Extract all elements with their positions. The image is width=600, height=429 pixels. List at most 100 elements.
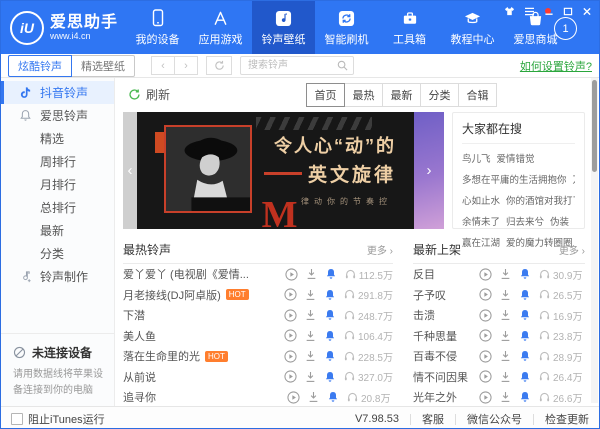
ringtone-name[interactable]: 落在生命里的光 HOT [123,348,284,364]
ringtone-name[interactable]: 百毒不侵 [413,348,479,364]
play-button[interactable] [479,268,492,281]
search-term[interactable]: 心如止水 [462,196,500,207]
search-term[interactable]: 多想在平庸的生活拥抱你 [462,175,567,186]
tab-home[interactable]: 首页 [306,82,345,107]
minimize-button[interactable] [544,7,554,16]
ringtone-name[interactable]: 美人鱼 [123,328,284,344]
forward-button[interactable]: › [174,56,198,75]
play-button[interactable] [285,268,298,281]
set-ringtone-bell-button[interactable] [519,268,531,280]
download-button[interactable] [500,391,511,403]
sidebar-item-monthly-rank[interactable]: 月排行 [1,173,114,196]
download-button[interactable] [500,268,511,280]
ringtone-name[interactable]: 下潜 [123,307,284,323]
ringtone-name[interactable]: 月老接线(DJ阿卓版) HOT [123,287,284,303]
tab-category[interactable]: 分类 [420,82,459,107]
customer-service-link[interactable]: 客服 [422,411,444,427]
sidebar-item-total-rank[interactable]: 总排行 [1,196,114,219]
check-update-link[interactable]: 检查更新 [545,411,589,427]
nav-toolbox[interactable]: 工具箱 [378,1,441,54]
refresh-button[interactable]: 刷新 [128,86,170,103]
sidebar-item-newest[interactable]: 最新 [1,219,114,242]
play-button[interactable] [284,309,297,322]
download-button[interactable] [308,391,319,403]
search-term[interactable]: 归去来兮 [506,217,544,228]
nav-smart-flash[interactable]: 智能刷机 [315,1,378,54]
more-link[interactable]: 更多 › [367,242,393,257]
download-button[interactable] [500,350,511,362]
block-itunes-checkbox[interactable] [11,413,23,425]
download-button[interactable] [305,350,316,362]
how-to-set-ringtone-link[interactable]: 如何设置铃声? [520,58,592,74]
sidebar-item-ringtone-maker[interactable]: 铃声制作 [1,265,114,288]
download-button[interactable] [306,268,317,280]
maximize-button[interactable] [563,7,573,16]
play-button[interactable] [284,350,297,363]
set-ringtone-bell-button[interactable] [519,350,531,362]
set-ringtone-bell-button[interactable] [519,330,531,342]
search-term[interactable]: 爱情错觉 [497,154,535,165]
tab-hottest[interactable]: 最热 [344,82,383,107]
carousel-prev-arrow[interactable]: ‹ [123,112,137,229]
play-button[interactable] [287,391,300,404]
set-ringtone-bell-button[interactable] [325,268,337,280]
set-ringtone-bell-button[interactable] [324,350,336,362]
carousel-banner[interactable]: ‹ 令人心“动”的 英文旋律 律动你的节奏控 M › [123,112,444,229]
download-button[interactable] [500,309,511,321]
carousel-next-arrow[interactable]: › [414,112,444,229]
theme-skin-icon[interactable] [504,6,515,16]
ringtone-name[interactable]: 情不问因果 [413,369,479,385]
message-count-badge[interactable]: 1 [554,17,577,40]
play-button[interactable] [479,309,492,322]
play-button[interactable] [284,370,297,383]
download-button[interactable] [500,330,511,342]
set-ringtone-bell-button[interactable] [519,391,531,403]
set-ringtone-bell-button[interactable] [324,371,336,383]
set-ringtone-bell-button[interactable] [519,289,531,301]
download-button[interactable] [500,289,511,301]
ringtone-name[interactable]: 爱丫爱丫 (电视剧《爱情... [123,266,285,282]
set-ringtone-bell-button[interactable] [519,371,531,383]
more-link[interactable]: 更多 › [559,242,585,257]
scrollbar-thumb[interactable] [592,80,597,172]
download-button[interactable] [500,371,511,383]
set-ringtone-bell-button[interactable] [327,391,339,403]
close-button[interactable] [582,7,592,16]
search-term[interactable]: 万爱千恩 [573,175,575,186]
play-button[interactable] [479,288,492,301]
ringtone-name[interactable]: 追寻你 [123,389,287,405]
download-button[interactable] [305,330,316,342]
play-button[interactable] [284,288,297,301]
tab-newest[interactable]: 最新 [382,82,421,107]
download-button[interactable] [305,309,316,321]
nav-ringtone-wallpaper[interactable]: 铃声壁纸 [252,1,316,54]
set-ringtone-bell-button[interactable] [324,289,336,301]
ringtone-name[interactable]: 千种思量 [413,328,479,344]
sidebar-item-featured[interactable]: 精选 [1,127,114,150]
main-menu-icon[interactable] [524,7,535,16]
play-button[interactable] [479,329,492,342]
set-ringtone-bell-button[interactable] [519,309,531,321]
page-refresh-button[interactable] [206,56,232,75]
search-term[interactable]: 伪装 [550,217,569,228]
set-ringtone-bell-button[interactable] [324,330,336,342]
banner-slide[interactable]: 令人心“动”的 英文旋律 律动你的节奏控 M [137,112,414,229]
ringtone-name[interactable]: 子予叹 [413,287,479,303]
ringtone-name[interactable]: 反目 [413,266,479,282]
search-term[interactable]: 余情未了 [462,217,500,228]
tab-collection[interactable]: 合辑 [458,82,497,107]
play-button[interactable] [284,329,297,342]
download-button[interactable] [305,289,316,301]
ringtone-name[interactable]: 光年之外 [413,389,479,405]
sidebar-item-categories[interactable]: 分类 [1,242,114,265]
play-button[interactable] [479,391,492,404]
search-input[interactable] [246,59,337,72]
nav-my-device[interactable]: 我的设备 [126,1,189,54]
search-icon[interactable] [337,60,348,71]
play-button[interactable] [479,350,492,363]
nav-tutorial-center[interactable]: 教程中心 [441,1,504,54]
set-ringtone-bell-button[interactable] [324,309,336,321]
search-term[interactable]: 鸟儿飞 [462,154,491,165]
back-button[interactable]: ‹ [151,56,175,75]
tab-featured-wallpaper[interactable]: 精选壁纸 [71,54,135,77]
